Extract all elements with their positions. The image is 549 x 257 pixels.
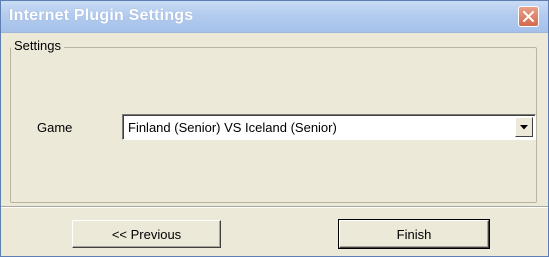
plugin-settings-dialog: Internet Plugin Settings Settings Game F… — [0, 0, 549, 257]
chevron-down-icon — [520, 124, 528, 129]
finish-button[interactable]: Finish — [338, 219, 490, 249]
game-select-value: Finland (Senior) VS Iceland (Senior) — [128, 120, 337, 135]
close-button[interactable] — [518, 6, 539, 27]
title-bar[interactable]: Internet Plugin Settings — [1, 1, 548, 33]
game-select-dropdown-button[interactable] — [515, 117, 533, 137]
button-divider — [1, 206, 548, 208]
game-label: Game — [37, 120, 73, 135]
window-title: Internet Plugin Settings — [9, 7, 194, 24]
settings-group-label: Settings — [11, 38, 64, 53]
game-select[interactable]: Finland (Senior) VS Iceland (Senior) — [122, 114, 536, 140]
previous-button[interactable]: << Previous — [72, 220, 221, 248]
close-icon — [523, 11, 534, 22]
